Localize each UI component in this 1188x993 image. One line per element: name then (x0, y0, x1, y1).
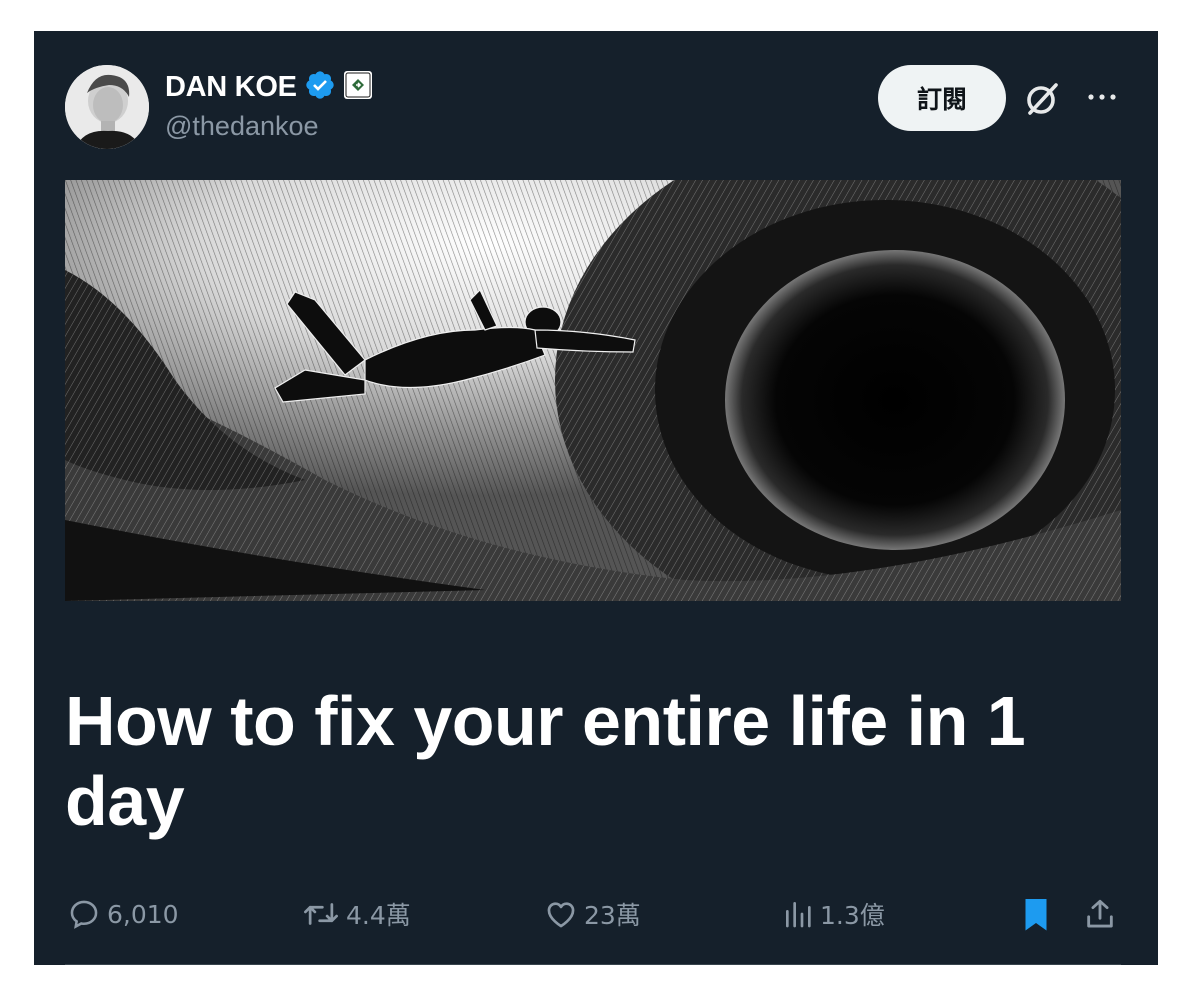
article-card: DAN KOE @thedankoe 訂閱 How to fix your en… (34, 31, 1158, 965)
more-icon[interactable] (1084, 83, 1120, 111)
bookmark-icon (1020, 896, 1052, 932)
repost-count: 4.4萬 (346, 901, 411, 930)
author-name-row[interactable]: DAN KOE (165, 69, 373, 105)
views-count: 1.3億 (820, 901, 885, 930)
like-button[interactable]: 23萬 (544, 897, 641, 931)
repost-icon (302, 897, 340, 931)
author-name[interactable]: DAN KOE (165, 71, 297, 104)
reply-button[interactable]: 6,010 (67, 897, 179, 931)
reply-count: 6,010 (107, 899, 179, 929)
affiliate-badge-icon[interactable] (343, 70, 373, 105)
share-button[interactable] (1083, 897, 1117, 931)
grok-icon[interactable] (1022, 79, 1062, 119)
cover-image[interactable] (65, 180, 1121, 601)
like-count: 23萬 (584, 901, 641, 930)
views-icon (782, 897, 814, 931)
like-icon (544, 897, 578, 931)
subscribe-button[interactable]: 訂閱 (878, 65, 1006, 131)
reply-icon (67, 897, 101, 931)
divider (65, 964, 1121, 965)
share-icon (1083, 897, 1117, 931)
avatar[interactable] (65, 65, 149, 149)
repost-button[interactable]: 4.4萬 (302, 897, 411, 931)
bookmark-button[interactable] (1020, 897, 1052, 931)
author-handle[interactable]: @thedankoe (165, 111, 319, 142)
article-title[interactable]: How to fix your entire life in 1 day (65, 681, 1125, 841)
verified-badge-icon (304, 69, 336, 106)
views-button[interactable]: 1.3億 (782, 897, 885, 931)
